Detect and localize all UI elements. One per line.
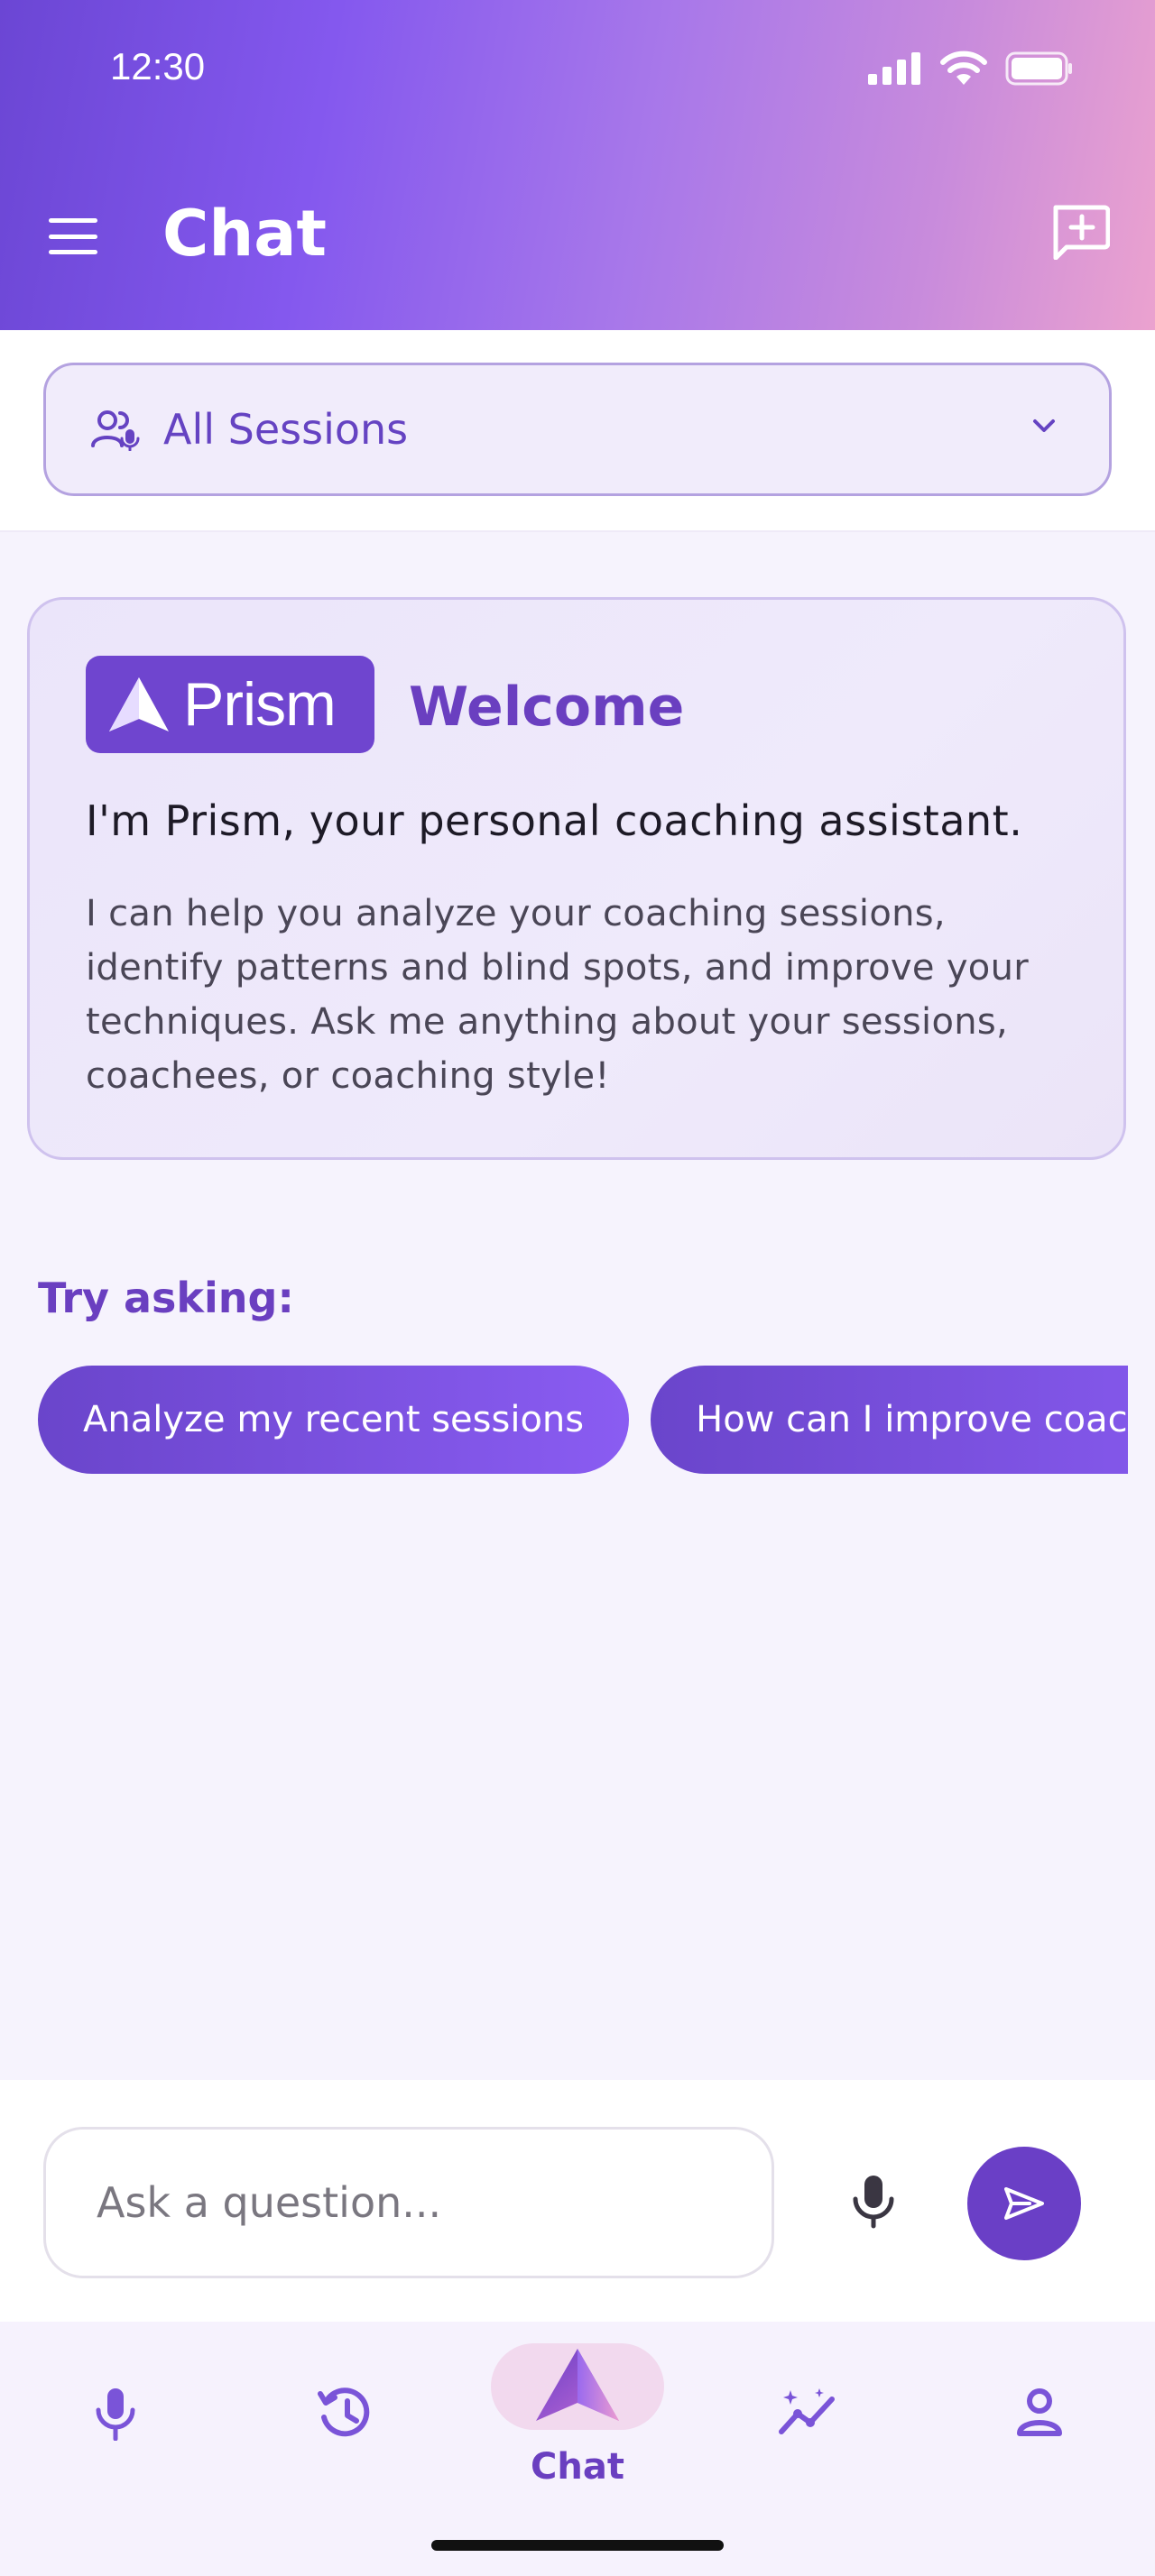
suggestions-label: Try asking: [38,1274,294,1322]
mic-icon[interactable] [845,2172,902,2230]
welcome-card: Prism Welcome I'm Prism, your personal c… [27,597,1126,1160]
suggestion-chips: Analyze my recent sessions How can I impr… [38,1366,1128,1476]
group-icon [91,410,140,451]
logo-text: Prism [183,670,337,739]
home-indicator [431,2540,724,2551]
prism-logo-icon [109,677,169,731]
insights-icon [779,2388,835,2434]
wifi-icon [940,51,987,85]
bottom-nav: Chat [0,2322,1155,2576]
prism-logo: Prism [86,656,374,753]
page-title: Chat [162,197,327,271]
battery-icon [1005,51,1072,86]
message-composer [0,2080,1155,2322]
history-icon [318,2387,370,2437]
session-selector[interactable]: All Sessions [43,363,1112,496]
welcome-title: Welcome [409,676,685,739]
welcome-body: I can help you analyze your coaching ses… [86,893,1029,1097]
status-time: 12:30 [110,45,206,87]
person-icon [1017,2388,1062,2436]
suggestion-chip[interactable]: Analyze my recent sessions [38,1366,630,1474]
status-icons [868,51,1074,87]
session-selector-bar: All Sessions [0,330,1155,532]
new-chat-icon[interactable] [1050,204,1110,260]
send-button[interactable] [967,2147,1081,2260]
suggestion-chip[interactable]: How can I improve coaching? [651,1366,1128,1474]
question-input[interactable] [43,2127,774,2278]
chevron-down-icon [1033,419,1055,432]
session-selector-label: All Sessions [163,405,409,454]
signal-icon [868,52,920,85]
welcome-subtitle: I'm Prism, your personal coaching assist… [86,796,1023,845]
menu-icon[interactable] [49,215,97,258]
prism-logo-icon [536,2349,619,2421]
app-header: 12:30 Chat [0,0,1155,330]
nav-active-label: Chat [531,2446,624,2488]
mic-icon [96,2388,135,2441]
send-icon [1004,2187,1044,2220]
